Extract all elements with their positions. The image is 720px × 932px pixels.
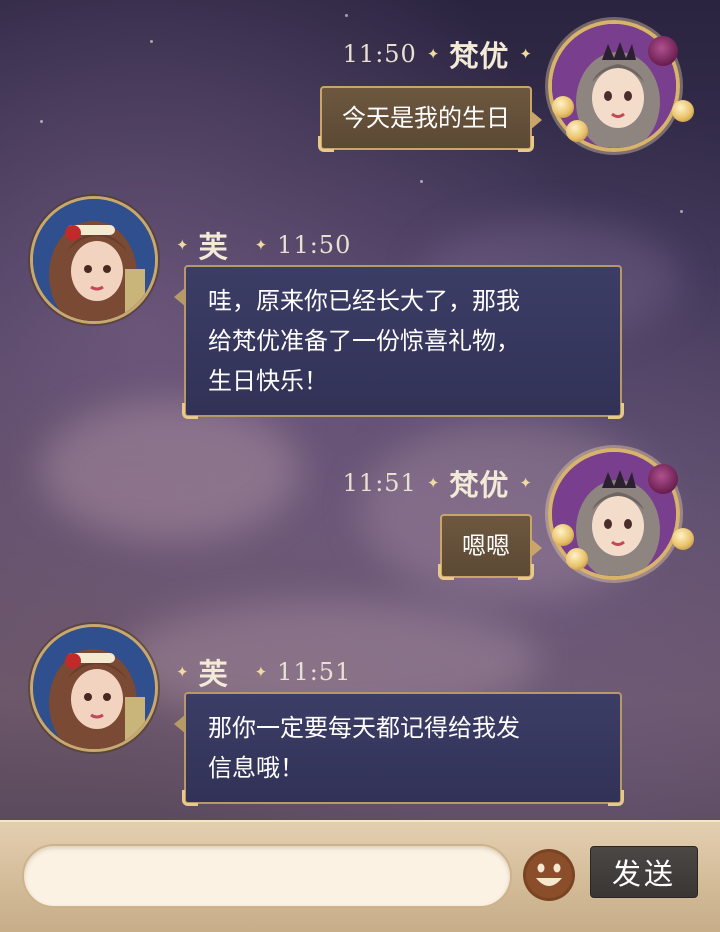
rose-icon (648, 464, 678, 494)
bubble-corner-ornament (518, 136, 534, 152)
background-blur (40, 400, 300, 540)
sparkle-icon: ✦ (254, 235, 268, 254)
portrait-fu-icon (33, 199, 155, 321)
message-line: 给梵优准备了一份惊喜礼物， (208, 327, 520, 355)
smiley-face-icon (523, 849, 575, 901)
message-header: 11:50 ✦ 梵优 ✦ (343, 33, 532, 75)
bubble-corner-ornament (608, 403, 624, 419)
star-icon (680, 210, 683, 213)
sparkle-icon: ✦ (426, 473, 440, 492)
bubble-corner-ornament (608, 790, 624, 806)
star-icon (150, 40, 153, 43)
message-time: 11:50 (342, 40, 417, 68)
sparkle-icon: ✦ (426, 44, 440, 63)
message-bubble[interactable]: 今天是我的生日 (318, 86, 542, 152)
message-time: 11:51 (277, 658, 352, 686)
message-header: ✦ 芙 ✦ 11:51 (176, 651, 351, 693)
message-bubble[interactable]: 哇，原来你已经长大了，那我 给梵优准备了一份惊喜礼物， 生日快乐！ (174, 265, 624, 419)
flower-icon (552, 524, 574, 546)
flower-icon (672, 100, 694, 122)
message-time: 11:50 (277, 231, 352, 259)
message-line: 信息哦！ (208, 754, 304, 782)
message-text: 今天是我的生日 (342, 104, 510, 132)
sender-name: 芙 (198, 657, 229, 691)
message-header: ✦ 芙 ✦ 11:50 (176, 224, 351, 266)
message-header: 11:51 ✦ 梵优 ✦ (343, 462, 532, 504)
avatar-fu[interactable] (30, 196, 158, 324)
sparkle-icon: ✦ (176, 662, 189, 681)
bubble-tail (530, 110, 542, 130)
star-icon (345, 14, 348, 17)
bubble-corner-ornament (318, 136, 334, 152)
bubble-tail (530, 538, 542, 558)
flower-icon (552, 96, 574, 118)
message-input[interactable] (22, 844, 512, 908)
sparkle-icon: ✦ (519, 473, 532, 492)
bubble-corner-ornament (182, 403, 198, 419)
message-text: 嗯嗯 (462, 532, 510, 560)
flower-icon (566, 548, 588, 570)
sparkle-icon: ✦ (254, 662, 268, 681)
message-time: 11:51 (342, 469, 417, 497)
message-bubble[interactable]: 嗯嗯 (438, 514, 542, 580)
sender-name: 梵优 (449, 468, 510, 502)
bubble-tail (174, 287, 186, 307)
emoji-button[interactable] (522, 822, 576, 901)
portrait-fu-icon (33, 627, 155, 749)
sparkle-icon: ✦ (519, 44, 532, 63)
bubble-tail (174, 714, 186, 734)
bubble-corner-ornament (518, 564, 534, 580)
sender-name: 芙 (198, 230, 229, 264)
sparkle-icon: ✦ (176, 235, 189, 254)
message-line: 那你一定要每天都记得给我发 (208, 714, 520, 742)
flower-icon (672, 528, 694, 550)
bubble-corner-ornament (438, 564, 454, 580)
rose-icon (648, 36, 678, 66)
message-bubble[interactable]: 那你一定要每天都记得给我发 信息哦！ (174, 692, 624, 806)
flower-icon (566, 120, 588, 142)
send-button[interactable]: 发送 (590, 846, 698, 898)
star-icon (420, 180, 423, 183)
message-line: 哇，原来你已经长大了，那我 (208, 287, 520, 315)
avatar-fu[interactable] (30, 624, 158, 752)
bubble-corner-ornament (182, 790, 198, 806)
star-icon (40, 120, 43, 123)
sender-name: 梵优 (449, 39, 510, 73)
message-line: 生日快乐！ (208, 367, 328, 395)
